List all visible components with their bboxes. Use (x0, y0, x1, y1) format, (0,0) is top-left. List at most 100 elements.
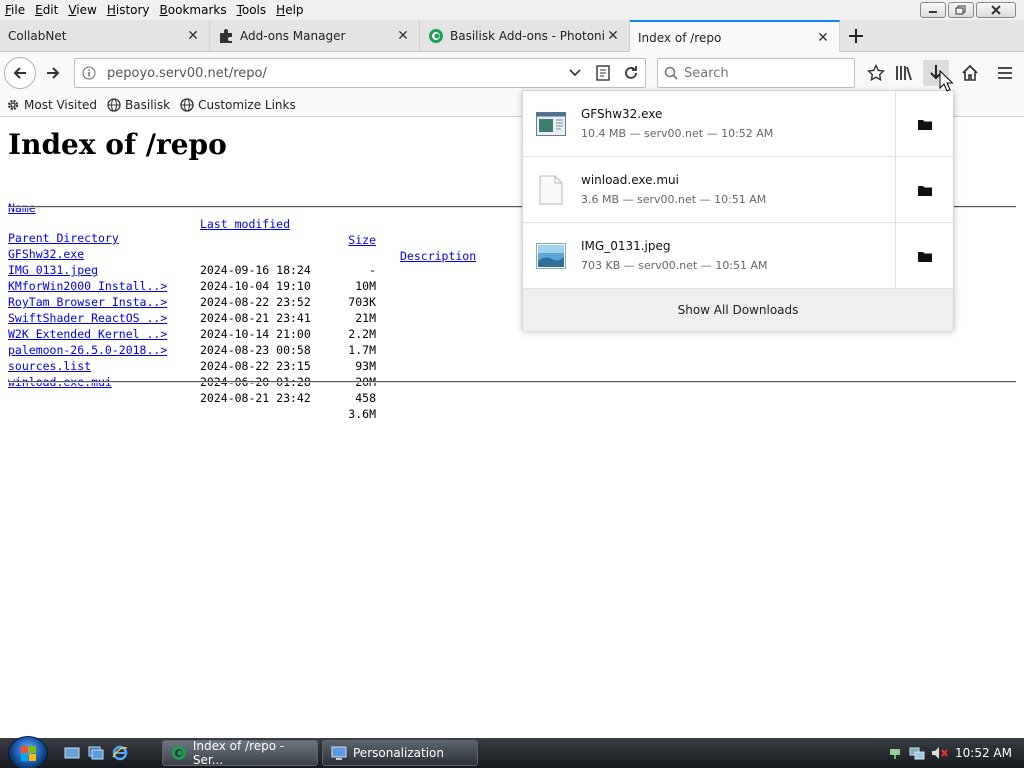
personalization-icon (331, 746, 347, 760)
download-meta: 703 KB — serv00.net — 10:51 AM (581, 259, 768, 272)
menu-tools[interactable]: Tools (232, 0, 272, 20)
tab-close-icon[interactable]: ✕ (815, 30, 831, 46)
switch-windows-icon[interactable] (88, 745, 104, 761)
library-button[interactable] (891, 60, 917, 86)
clock[interactable]: 10:52 AM (955, 746, 1012, 760)
internet-explorer-icon[interactable] (112, 745, 128, 761)
maximize-button[interactable] (948, 2, 974, 18)
menu-view[interactable]: View (63, 0, 101, 20)
open-containing-folder-button[interactable] (895, 222, 953, 289)
reload-icon[interactable] (617, 65, 645, 81)
gear-icon (7, 99, 19, 110)
tab-strip: CollabNet ✕ Add-ons Manager ✕ Basilisk A… (0, 20, 1024, 53)
network-icon[interactable] (909, 745, 925, 761)
tab-close-icon[interactable]: ✕ (605, 28, 621, 44)
search-input[interactable] (684, 65, 854, 81)
close-window-button[interactable] (976, 2, 1016, 18)
minimize-button[interactable] (920, 2, 946, 18)
listing-row: sources.list 2024-06-20 01:28 458 (8, 342, 376, 405)
globe-icon (107, 97, 121, 112)
volume-muted-icon[interactable] (931, 745, 949, 761)
tab-close-icon[interactable]: ✕ (395, 28, 411, 44)
reader-view-icon[interactable] (589, 65, 617, 81)
show-all-downloads-button[interactable]: Show All Downloads (523, 289, 953, 331)
sort-by-modified-link[interactable]: Last modified (200, 216, 290, 232)
download-filename: IMG_0131.jpeg (581, 239, 671, 253)
show-desktop-icon[interactable] (64, 745, 80, 761)
bookmark-most-visited[interactable]: Most Visited (6, 98, 97, 112)
listing-row: IMG 0131.jpeg 2024-10-04 19:10 703K (8, 246, 376, 309)
tab-title: Index of /repo (638, 30, 722, 45)
modified-date: 2024-08-21 23:41 (200, 311, 311, 325)
home-button[interactable] (957, 60, 983, 86)
bookmark-label: Most Visited (24, 97, 98, 112)
file-size: - (369, 263, 376, 277)
globe-icon (180, 97, 194, 112)
download-filename: GFShw32.exe (581, 107, 663, 121)
bookmark-customize-links[interactable]: Customize Links (180, 98, 296, 112)
menu-file[interactable]: File (0, 0, 30, 20)
back-button[interactable] (4, 57, 36, 89)
menu-history[interactable]: History (102, 0, 155, 20)
start-button[interactable] (8, 736, 48, 768)
directory-listing: Name Last modified Size Description Pare… (8, 184, 476, 421)
task-label: Personalization (353, 746, 444, 760)
home-icon (962, 64, 978, 81)
download-info: winload.exe.mui 3.6 MB — serv00.net — 10… (581, 173, 895, 206)
taskbar-task-personalization[interactable]: Personalization (322, 740, 478, 766)
modified-date: 2024-08-21 23:42 (200, 391, 311, 405)
basilisk-icon (428, 28, 444, 44)
new-tab-button[interactable] (842, 20, 870, 52)
menu-help[interactable]: Help (271, 0, 308, 20)
navigation-toolbar: pepoyo.serv00.net/repo/ (0, 52, 1024, 93)
tab-title: Basilisk Add-ons - Photonic (450, 29, 605, 43)
bookmark-star-button[interactable] (863, 60, 889, 86)
safely-remove-hardware-icon[interactable] (887, 745, 903, 761)
tab-collabnet[interactable]: CollabNet ✕ (0, 20, 210, 52)
download-item[interactable]: IMG_0131.jpeg 703 KB — serv00.net — 10:5… (523, 222, 953, 289)
tab-index-of-repo[interactable]: Index of /repo ✕ (630, 20, 840, 53)
windows-logo-icon (21, 746, 36, 761)
folder-icon (917, 185, 932, 196)
footer-divider (8, 381, 1016, 383)
file-size: 21M (355, 311, 376, 325)
system-tray: 10:52 AM (884, 738, 1024, 768)
taskbar: Index of /repo - Ser... Personalization … (0, 736, 1024, 768)
file-size: 3.6M (348, 407, 376, 421)
site-info-icon[interactable] (75, 66, 103, 80)
file-size: 93M (355, 359, 376, 373)
open-containing-folder-button[interactable] (895, 90, 953, 157)
file-size: 10M (355, 279, 376, 293)
menu-bookmarks[interactable]: Bookmarks (155, 0, 232, 20)
modified-date: 2024-08-22 23:15 (200, 359, 311, 373)
bookmark-basilisk[interactable]: Basilisk (107, 98, 170, 112)
tab-addons-manager[interactable]: Add-ons Manager ✕ (210, 20, 420, 52)
listing-row: RoyTam Browser Insta..> 2024-08-21 23:41… (8, 278, 376, 341)
listing-row: GFShw32.exe 2024-09-16 18:24 10M (8, 230, 376, 293)
star-icon (867, 64, 885, 82)
open-containing-folder-button[interactable] (895, 156, 953, 223)
url-bar[interactable]: pepoyo.serv00.net/repo/ (74, 58, 646, 88)
url-text[interactable]: pepoyo.serv00.net/repo/ (103, 66, 561, 81)
taskbar-task-browser[interactable]: Index of /repo - Ser... (162, 739, 318, 767)
forward-button[interactable] (40, 60, 66, 86)
download-item[interactable]: GFShw32.exe 10.4 MB — serv00.net — 10:52… (523, 90, 953, 157)
dropdown-arrow-icon[interactable] (561, 69, 589, 77)
search-bar[interactable] (657, 58, 855, 88)
modified-date: 2024-10-14 21:00 (200, 327, 311, 341)
main-menu-button[interactable] (992, 60, 1018, 86)
file-size: 458 (355, 391, 376, 405)
hamburger-menu-icon (998, 67, 1012, 79)
listing-header: Name Last modified Size Description (8, 184, 476, 263)
tab-close-icon[interactable]: ✕ (185, 28, 201, 44)
tab-title: CollabNet (8, 29, 67, 43)
search-icon (658, 66, 684, 80)
file-size: 2.2M (348, 327, 376, 341)
file-size: 703K (348, 295, 376, 309)
sort-by-description-link[interactable]: Description (400, 248, 476, 264)
listing-row: KMforWin2000 Install..> 2024-08-22 23:52… (8, 262, 376, 325)
download-item[interactable]: winload.exe.mui 3.6 MB — serv00.net — 10… (523, 156, 953, 223)
menu-edit[interactable]: Edit (30, 0, 63, 20)
sort-by-size-link[interactable]: Size (338, 232, 376, 248)
tab-basilisk-addons[interactable]: Basilisk Add-ons - Photonic ✕ (420, 20, 630, 52)
